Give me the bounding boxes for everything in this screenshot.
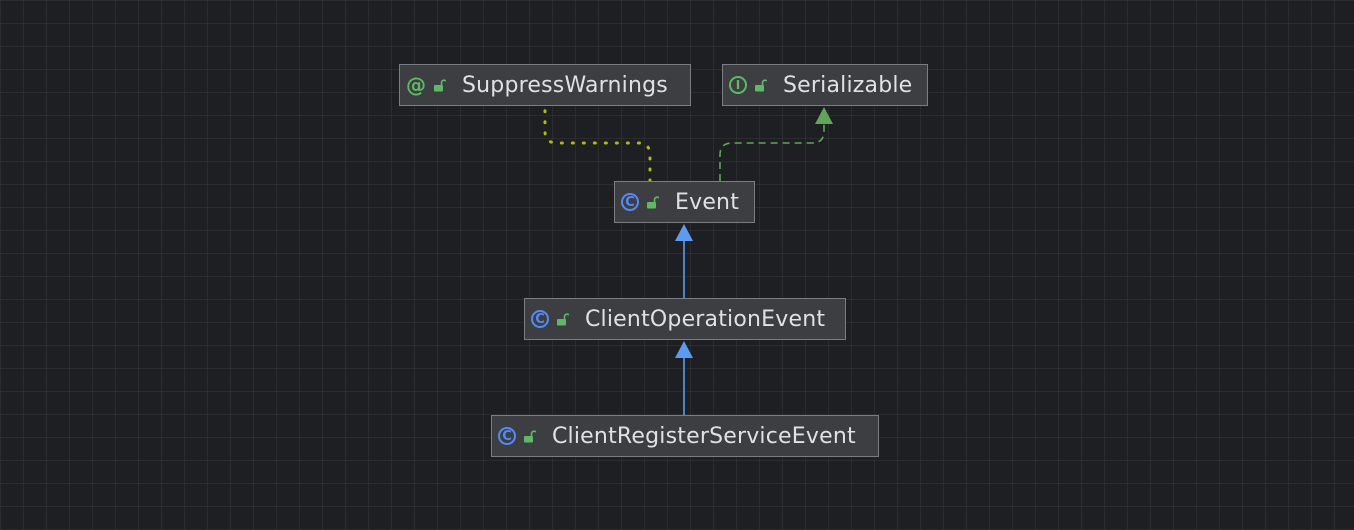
node-label: Serializable <box>783 72 913 98</box>
unlocked-public-icon <box>557 313 569 326</box>
node-clientregisterserviceevent[interactable]: C ClientRegisterServiceEvent <box>491 415 879 457</box>
interface-icon: I <box>729 76 747 94</box>
edge-annotation-event-suppresswarnings <box>543 104 652 183</box>
node-serializable[interactable]: I Serializable <box>722 64 928 106</box>
node-label: Event <box>675 189 740 215</box>
node-label: ClientRegisterServiceEvent <box>552 423 856 449</box>
arrowhead-extends-clientoperationevent <box>675 341 693 358</box>
arrowhead-extends-event <box>675 224 693 241</box>
class-icon: C <box>498 427 516 445</box>
edge-implements-event-serializable <box>719 124 825 181</box>
node-label: SuppressWarnings <box>462 72 668 98</box>
node-suppresswarnings[interactable]: @ SuppressWarnings <box>399 64 691 106</box>
unlocked-public-icon <box>524 430 536 443</box>
node-label: ClientOperationEvent <box>585 306 826 332</box>
unlocked-public-icon <box>755 79 767 92</box>
annotation-icon: @ <box>406 73 426 97</box>
node-event[interactable]: C Event <box>614 181 755 223</box>
unlocked-public-icon <box>647 196 659 209</box>
diagram-canvas[interactable]: @ SuppressWarnings I Serializable C Even… <box>0 0 1354 530</box>
class-icon: C <box>621 193 639 211</box>
unlocked-public-icon <box>434 79 446 92</box>
node-clientoperationevent[interactable]: C ClientOperationEvent <box>524 298 846 340</box>
class-icon: C <box>531 310 549 328</box>
arrowhead-implements <box>815 107 833 124</box>
